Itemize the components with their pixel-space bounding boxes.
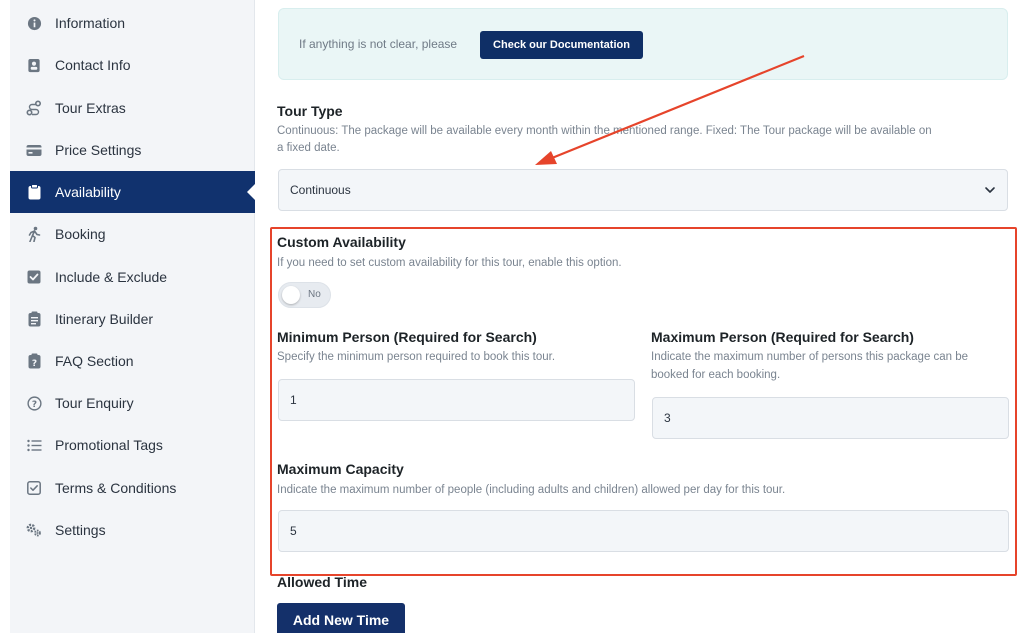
clipboard-icon: [26, 184, 42, 200]
info-icon: [26, 15, 42, 31]
svg-text:?: ?: [31, 359, 36, 369]
sidebar-item-label: Price Settings: [55, 142, 141, 158]
sidebar-item-availability[interactable]: Availability: [10, 171, 255, 213]
sidebar-item-information[interactable]: Information: [10, 2, 255, 44]
sidebar-item-price-settings[interactable]: Price Settings: [10, 129, 255, 171]
min-person-description: Specify the minimum person required to b…: [277, 348, 555, 366]
sidebar-item-booking[interactable]: Booking: [10, 213, 255, 255]
credit-card-icon: [26, 142, 42, 158]
sidebar-item-tour-enquiry[interactable]: ? Tour Enquiry: [10, 382, 255, 424]
sidebar-item-label: Itinerary Builder: [55, 311, 153, 327]
custom-availability-toggle[interactable]: No: [278, 282, 331, 308]
tour-type-description: Continuous: The package will be availabl…: [277, 122, 932, 140]
max-person-description-cont: booked for each booking.: [651, 366, 780, 384]
person-walking-icon: [26, 226, 42, 242]
question-circle-icon: ?: [26, 395, 42, 411]
custom-availability-description: If you need to set custom availability f…: [277, 254, 622, 272]
sidebar-item-label: Settings: [55, 522, 106, 538]
sidebar-item-label: Contact Info: [55, 57, 131, 73]
allowed-time-label: Allowed Time: [277, 574, 367, 590]
gears-icon: [26, 522, 42, 538]
sidebar-item-label: Include & Exclude: [55, 269, 167, 285]
sidebar-item-label: FAQ Section: [55, 353, 134, 369]
sidebar-item-label: Terms & Conditions: [55, 480, 176, 496]
sidebar-item-settings[interactable]: Settings: [10, 509, 255, 551]
max-person-input[interactable]: 3: [652, 397, 1009, 439]
add-new-time-button[interactable]: Add New Time: [277, 603, 405, 633]
sidebar-item-label: Availability: [55, 184, 121, 200]
sidebar-item-contact-info[interactable]: Contact Info: [10, 44, 255, 86]
list-clipboard-icon: [26, 311, 42, 327]
sidebar-item-promotional-tags[interactable]: Promotional Tags: [10, 424, 255, 466]
tour-type-label: Tour Type: [277, 103, 343, 119]
sidebar-item-label: Promotional Tags: [55, 437, 163, 453]
max-capacity-input[interactable]: 5: [278, 510, 1009, 552]
question-clipboard-icon: ?: [26, 353, 42, 369]
sidebar-item-label: Booking: [55, 226, 106, 242]
documentation-notice: If anything is not clear, please Check o…: [278, 8, 1008, 80]
max-person-description: Indicate the maximum number of persons t…: [651, 348, 968, 366]
route-icon: [26, 100, 42, 116]
max-capacity-description: Indicate the maximum number of people (i…: [277, 481, 785, 499]
toggle-knob: [282, 286, 300, 304]
custom-availability-label: Custom Availability: [277, 234, 406, 250]
chevron-down-icon: [983, 183, 997, 197]
tour-type-select[interactable]: Continuous: [278, 169, 1008, 211]
sidebar: Information Contact Info Tour Extras Pri…: [10, 0, 255, 633]
max-person-label: Maximum Person (Required for Search): [651, 329, 914, 345]
tour-type-description-cont: a fixed date.: [277, 139, 340, 157]
max-capacity-label: Maximum Capacity: [277, 461, 404, 477]
sidebar-item-tour-extras[interactable]: Tour Extras: [10, 87, 255, 129]
min-person-value: 1: [290, 393, 297, 407]
max-capacity-value: 5: [290, 524, 297, 538]
toggle-state-label: No: [308, 289, 321, 300]
max-person-value: 3: [664, 411, 671, 425]
check-documentation-button[interactable]: Check our Documentation: [480, 31, 643, 59]
min-person-input[interactable]: 1: [278, 379, 635, 421]
sidebar-item-label: Information: [55, 15, 125, 31]
sidebar-item-faq-section[interactable]: ? FAQ Section: [10, 340, 255, 382]
sidebar-item-label: Tour Enquiry: [55, 395, 134, 411]
min-person-label: Minimum Person (Required for Search): [277, 329, 537, 345]
check-square-icon: [26, 480, 42, 496]
svg-text:?: ?: [31, 399, 36, 409]
sidebar-item-label: Tour Extras: [55, 100, 126, 116]
notice-text: If anything is not clear, please: [299, 37, 457, 51]
checkbox-icon: [26, 269, 42, 285]
tour-type-selected-value: Continuous: [290, 183, 351, 197]
list-icon: [26, 437, 42, 453]
contact-card-icon: [26, 57, 42, 73]
sidebar-item-terms-conditions[interactable]: Terms & Conditions: [10, 467, 255, 509]
sidebar-item-itinerary-builder[interactable]: Itinerary Builder: [10, 298, 255, 340]
sidebar-item-include-exclude[interactable]: Include & Exclude: [10, 256, 255, 298]
